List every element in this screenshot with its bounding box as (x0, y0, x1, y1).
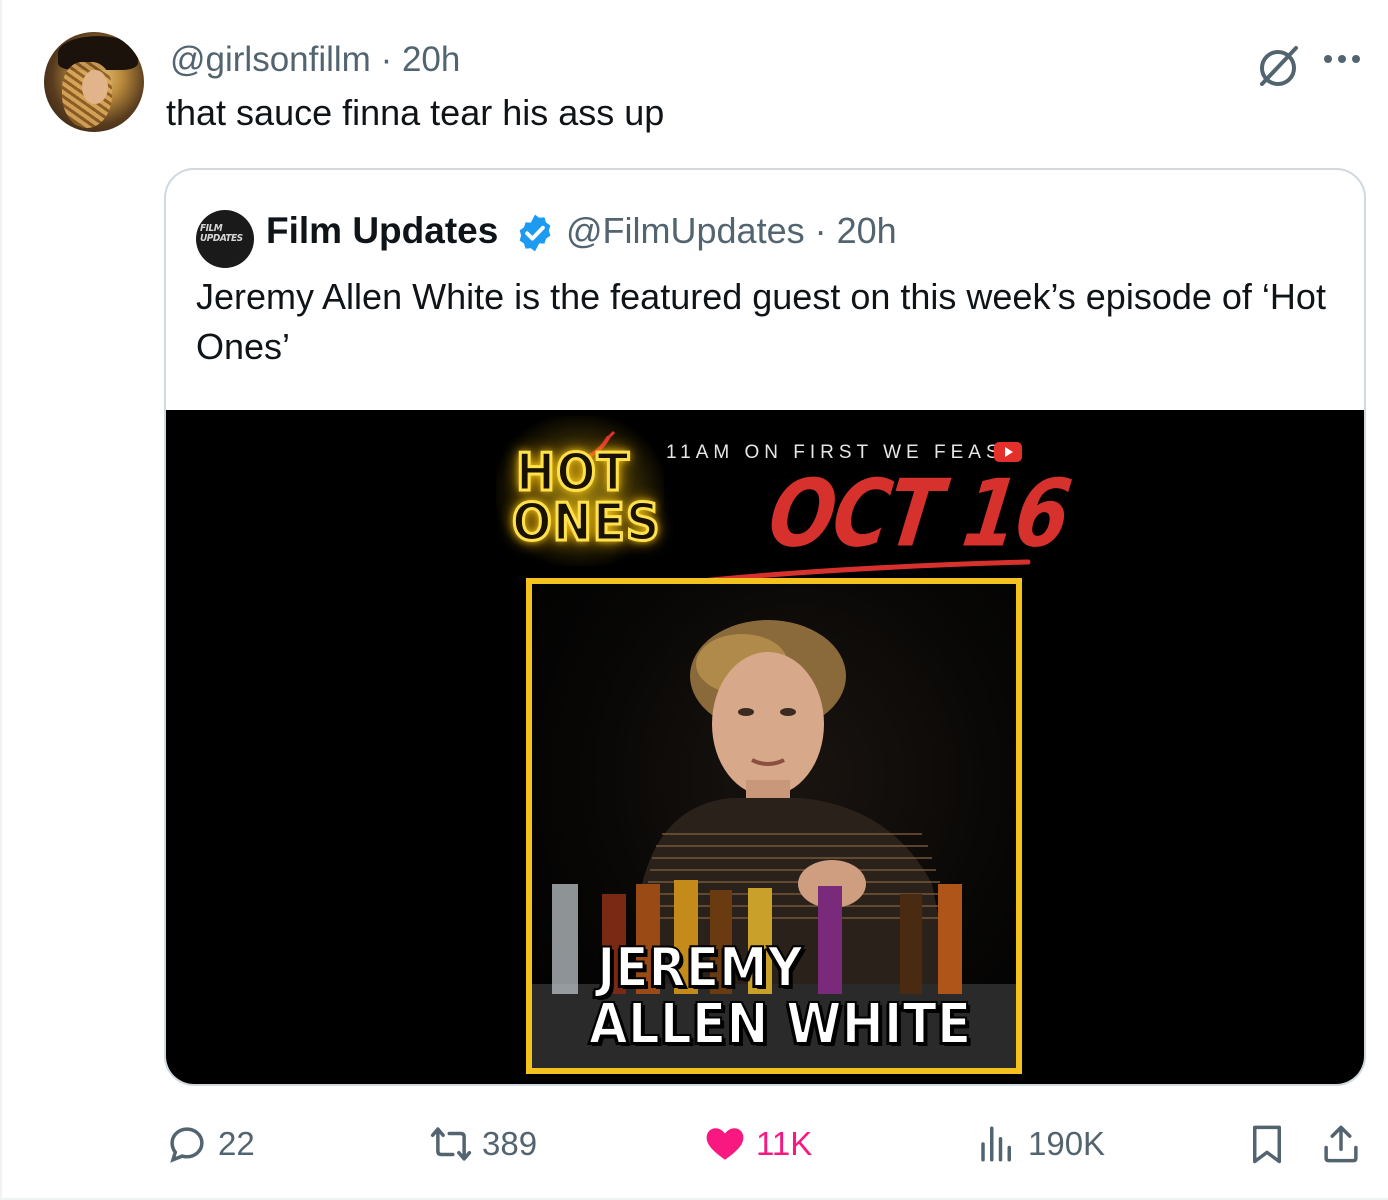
share-button[interactable] (1320, 1114, 1362, 1174)
bookmark-button[interactable] (1246, 1114, 1288, 1174)
air-date: OCT 16 (762, 460, 1076, 568)
like-heart-icon (706, 1128, 744, 1160)
quoted-tweet-text: Jeremy Allen White is the featured guest… (196, 276, 1326, 367)
reply-button[interactable]: 22 (166, 1114, 255, 1174)
reply-icon (170, 1127, 204, 1163)
tweet-text: that sauce finna tear his ass up (166, 92, 665, 133)
guest-name-line1: JEREMY (596, 935, 803, 1000)
quoted-tweet-card[interactable]: FILM UPDATES Film Updates @FilmUpdates ·… (164, 168, 1366, 1086)
quoted-author-name[interactable]: Film Updates (266, 210, 498, 252)
more-icon[interactable] (1320, 44, 1364, 74)
views-button[interactable]: 190K (976, 1114, 1105, 1174)
share-icon (1324, 1125, 1358, 1163)
guest-photo: JEREMY ALLEN WHITE (526, 578, 1022, 1074)
guest-name-line2: ALLEN WHITE (588, 991, 973, 1058)
hot-ones-logo-line2: ONES (511, 493, 662, 553)
tweet-media-image[interactable]: HOT ONES 11AM ON FIRST WE FEAST OCT 16 J… (166, 410, 1364, 1084)
author-handle-timestamp[interactable]: @girlsonfillm · 20h (170, 40, 460, 80)
reply-count: 22 (218, 1125, 255, 1162)
repost-icon (430, 1127, 472, 1161)
views-count: 190K (1028, 1125, 1106, 1162)
action-bar: 22 389 11K 190K (2, 1114, 1388, 1174)
author-avatar[interactable] (44, 32, 144, 132)
like-button[interactable]: 11K (704, 1114, 812, 1174)
like-count: 11K (756, 1125, 813, 1162)
verified-badge-icon (519, 214, 551, 252)
quoted-author-avatar[interactable]: FILM UPDATES (196, 210, 254, 268)
views-icon (981, 1126, 1011, 1162)
repost-button[interactable]: 389 (430, 1114, 537, 1174)
avatar-logo-text: FILM UPDATES (200, 223, 243, 244)
grok-icon[interactable] (1250, 38, 1306, 94)
hot-ones-logo-line1: HOT (515, 443, 631, 503)
bookmark-icon (1253, 1125, 1281, 1164)
quoted-handle-timestamp[interactable]: @FilmUpdates · 20h (566, 210, 897, 252)
tweet-container: @girlsonfillm · 20h that sauce finna tea… (0, 0, 1388, 1200)
repost-count: 389 (482, 1125, 538, 1162)
